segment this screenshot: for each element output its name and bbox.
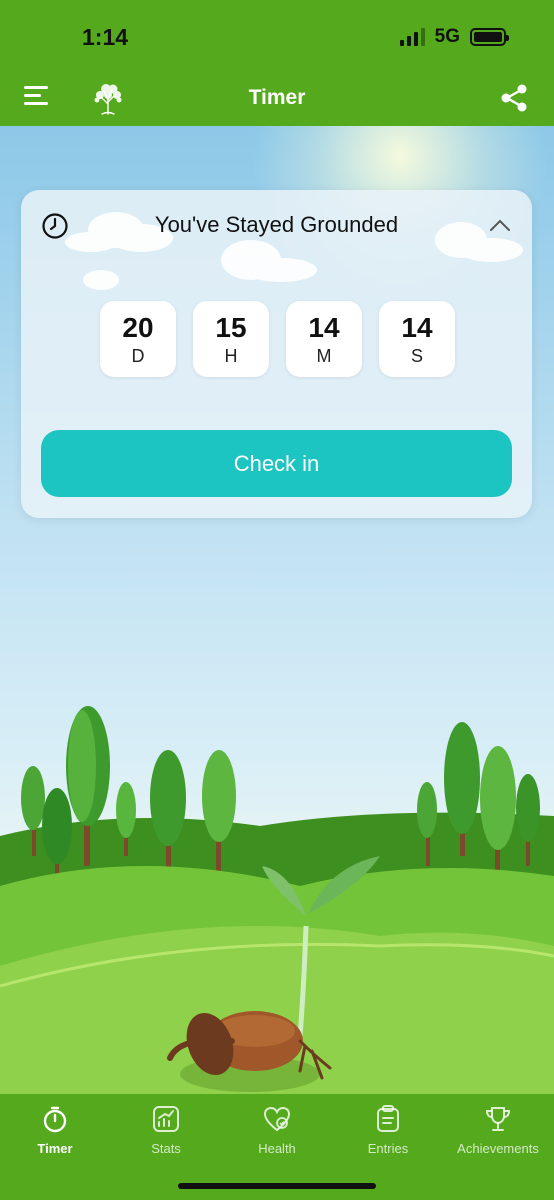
top-bar: 1:14 5G Timer (0, 0, 554, 126)
clipboard-icon (377, 1105, 399, 1132)
counter-unit: H (224, 345, 238, 366)
trophy-icon (485, 1107, 511, 1131)
chevron-up-icon[interactable] (488, 214, 512, 238)
heart-icon (263, 1106, 291, 1132)
status-bar: 1:14 5G (0, 0, 554, 70)
home-indicator (178, 1183, 376, 1189)
seconds-counter: 14 S (379, 301, 455, 377)
card-title: You've Stayed Grounded (154, 212, 399, 237)
tab-label: Entries (367, 1141, 409, 1156)
timer-counters: 20 D 15 H 14 M 14 S (100, 301, 455, 377)
landscape-illustration (0, 706, 554, 1094)
battery-icon (470, 28, 509, 46)
clouds-decoration (65, 212, 523, 290)
tab-label: Stats (151, 1141, 181, 1156)
status-time: 1:14 (82, 24, 129, 50)
tab-label: Achievements (457, 1141, 539, 1156)
minutes-counter: 14 M (286, 301, 362, 377)
tab-stats[interactable]: Stats (111, 1104, 221, 1164)
counter-value: 14 (308, 311, 340, 343)
tab-health[interactable]: Health (222, 1104, 332, 1164)
app-header: Timer (0, 70, 554, 126)
chart-icon (153, 1106, 179, 1132)
streak-card: You've Stayed Grounded 20 D 15 H 14 M 14… (21, 190, 532, 518)
share-icon[interactable] (498, 82, 530, 114)
status-indicators: 5G (399, 26, 509, 48)
tab-timer[interactable]: Timer (0, 1104, 110, 1164)
counter-value: 14 (401, 311, 433, 343)
counter-unit: D (131, 345, 145, 366)
page-title: Timer (248, 86, 306, 109)
days-counter: 20 D (100, 301, 176, 377)
check-in-button[interactable]: Check in (41, 430, 512, 497)
network-label: 5G (434, 26, 460, 47)
counter-unit: S (410, 345, 423, 366)
hours-counter: 15 H (193, 301, 269, 377)
counter-unit: M (316, 345, 332, 366)
signal-icon (399, 28, 425, 46)
tab-achievements[interactable]: Achievements (443, 1104, 553, 1164)
tab-entries[interactable]: Entries (333, 1104, 443, 1164)
tab-label: Health (258, 1141, 296, 1156)
tab-label: Timer (37, 1141, 73, 1156)
counter-value: 15 (215, 311, 247, 343)
stopwatch-icon (43, 1106, 67, 1133)
scene-background: You've Stayed Grounded 20 D 15 H 14 M 14… (0, 126, 554, 1094)
counter-value: 20 (122, 311, 154, 343)
